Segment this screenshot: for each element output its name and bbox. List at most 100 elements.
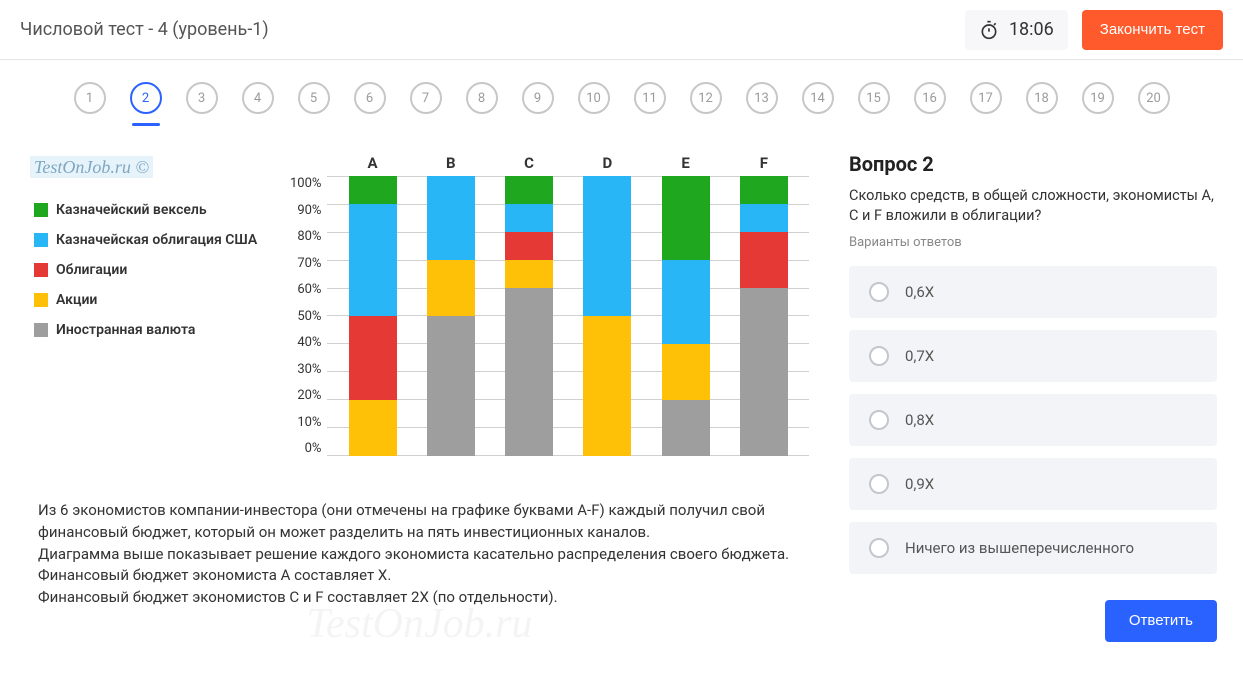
option-label: Ничего из вышеперечисленного [905, 539, 1134, 557]
qnav-item-20[interactable]: 20 [1138, 82, 1170, 114]
legend-swatch [34, 293, 48, 307]
chart-y-axis: 100%90%80%70%60%50%40%30%20%10%0% [290, 176, 327, 456]
radio-icon [869, 474, 889, 494]
qnav-item-5[interactable]: 5 [298, 82, 330, 114]
stopwatch-icon [979, 20, 999, 40]
bar-label: B [425, 154, 477, 172]
answer-option[interactable]: 0,9X [849, 458, 1217, 510]
answer-option[interactable]: 0,8X [849, 394, 1217, 446]
legend-swatch [34, 203, 48, 217]
legend-label: Казначейская облигация США [56, 232, 257, 248]
option-label: 0,9X [905, 475, 934, 493]
bar-segment [505, 232, 553, 260]
finish-test-button[interactable]: Закончить тест [1082, 10, 1223, 50]
answer-option[interactable]: 0,7X [849, 330, 1217, 382]
qnav-item-2[interactable]: 2 [130, 82, 162, 114]
timer-value: 18:06 [1009, 19, 1054, 40]
bar-segment [740, 176, 788, 204]
bar-group-F: F [738, 176, 790, 456]
question-text: Сколько средств, в общей сложности, экон… [849, 186, 1217, 227]
bar-segment [740, 232, 788, 288]
radio-icon [869, 410, 889, 430]
chart-panel: TestOnJob.ru © Казначейский вексельКазна… [20, 138, 819, 656]
qnav-item-11[interactable]: 11 [634, 82, 666, 114]
chart-legend: Казначейский вексель Казначейская облигац… [30, 202, 280, 338]
answer-option[interactable]: Ничего из вышеперечисленного [849, 522, 1217, 574]
legend-item: Казначейский вексель [34, 202, 280, 218]
legend-item: Иностранная валюта [34, 322, 280, 338]
bar-group-A: A [347, 176, 399, 456]
page-title: Числовой тест - 4 (уровень-1) [20, 19, 965, 40]
qnav-item-18[interactable]: 18 [1026, 82, 1058, 114]
qnav-item-10[interactable]: 10 [578, 82, 610, 114]
bar-label: C [503, 154, 555, 172]
option-label: 0,6X [905, 283, 934, 301]
radio-icon [869, 538, 889, 558]
timer: 18:06 [965, 10, 1068, 50]
bar-segment [505, 288, 553, 456]
bar-group-E: E [660, 176, 712, 456]
qnav-item-13[interactable]: 13 [746, 82, 778, 114]
legend-swatch [34, 323, 48, 337]
chart-plot: ABCDEF [327, 176, 809, 456]
bar-segment [349, 204, 397, 316]
question-subtitle: Варианты ответов [849, 235, 1217, 250]
bar-label: E [660, 154, 712, 172]
bar-segment [583, 176, 631, 316]
bar-segment [583, 316, 631, 456]
legend-label: Акции [56, 292, 97, 308]
bar-segment [662, 344, 710, 400]
qnav-item-1[interactable]: 1 [74, 82, 106, 114]
bar-segment [349, 316, 397, 400]
question-title: Вопрос 2 [849, 152, 1217, 176]
bar-segment [740, 204, 788, 232]
bar-segment [427, 176, 475, 260]
bar-group-C: C [503, 176, 555, 456]
bar-group-D: D [581, 176, 633, 456]
qnav-item-14[interactable]: 14 [802, 82, 834, 114]
answer-option[interactable]: 0,6X [849, 266, 1217, 318]
legend-label: Облигации [56, 262, 127, 278]
qnav-item-4[interactable]: 4 [242, 82, 274, 114]
bar-segment [505, 204, 553, 232]
qnav-item-17[interactable]: 17 [970, 82, 1002, 114]
chart-description: Из 6 экономистов компании-инвестора (они… [30, 476, 809, 609]
qnav-item-9[interactable]: 9 [522, 82, 554, 114]
watermark: TestOnJob.ru © [30, 156, 153, 178]
qnav-item-16[interactable]: 16 [914, 82, 946, 114]
legend-swatch [34, 233, 48, 247]
legend-label: Казначейский вексель [56, 202, 207, 218]
bar-segment [427, 260, 475, 316]
legend-swatch [34, 263, 48, 277]
question-panel: Вопрос 2 Сколько средств, в общей сложно… [843, 138, 1223, 656]
qnav-item-7[interactable]: 7 [410, 82, 442, 114]
legend-item: Акции [34, 292, 280, 308]
bar-segment [662, 176, 710, 260]
legend-label: Иностранная валюта [56, 322, 195, 338]
header: Числовой тест - 4 (уровень-1) 18:06 Зако… [0, 0, 1243, 60]
bar-segment [662, 400, 710, 456]
bar-label: F [738, 154, 790, 172]
question-nav: 1234567891011121314151617181920 [0, 60, 1243, 128]
bar-label: D [581, 154, 633, 172]
qnav-item-8[interactable]: 8 [466, 82, 498, 114]
bar-segment [662, 260, 710, 344]
qnav-item-15[interactable]: 15 [858, 82, 890, 114]
bar-segment [427, 316, 475, 456]
bar-segment [740, 288, 788, 456]
bar-segment [349, 176, 397, 204]
qnav-item-3[interactable]: 3 [186, 82, 218, 114]
qnav-item-12[interactable]: 12 [690, 82, 722, 114]
answer-button[interactable]: Ответить [1105, 600, 1217, 642]
bar-label: A [347, 154, 399, 172]
bar-segment [505, 176, 553, 204]
legend-item: Казначейская облигация США [34, 232, 280, 248]
qnav-item-19[interactable]: 19 [1082, 82, 1114, 114]
radio-icon [869, 282, 889, 302]
qnav-item-6[interactable]: 6 [354, 82, 386, 114]
legend-item: Облигации [34, 262, 280, 278]
bar-segment [349, 400, 397, 456]
bar-segment [505, 260, 553, 288]
option-label: 0,7X [905, 347, 934, 365]
option-label: 0,8X [905, 411, 934, 429]
